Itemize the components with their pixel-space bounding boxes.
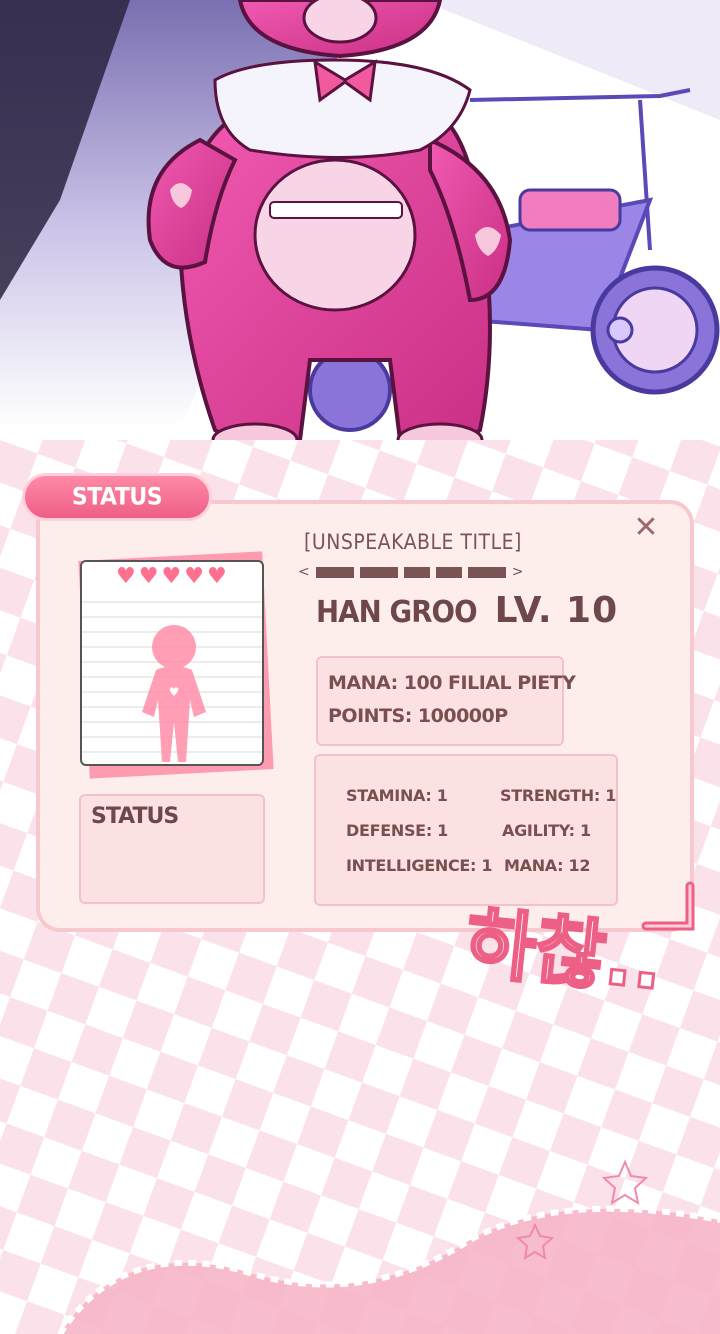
angle-left-icon: < bbox=[298, 564, 310, 580]
sound-effect-text: 하찮.. bbox=[461, 898, 658, 1007]
character-title: [UNSPEAKABLE TITLE] bbox=[304, 530, 522, 554]
sound-effect-lettering: 하찮.. bbox=[460, 896, 669, 1008]
stat-stamina: STAMINA: 1 bbox=[346, 786, 448, 805]
heart-icon: ♥ bbox=[184, 564, 204, 589]
stat-defense: DEFENSE: 1 bbox=[346, 821, 449, 840]
height-chart-silhouette: ♥ bbox=[82, 601, 262, 762]
status-tab-label: STATUS bbox=[71, 483, 163, 511]
heart-icon: ♥ bbox=[161, 564, 182, 589]
status-tab: STATUS bbox=[22, 473, 212, 521]
sound-effect: 하찮.. bbox=[458, 868, 669, 1028]
stat-strength: STRENGTH: 1 bbox=[500, 786, 617, 805]
points-line: POINTS: 100000P bbox=[328, 705, 508, 727]
redacted-text: < > bbox=[298, 561, 523, 583]
svg-text:♥: ♥ bbox=[169, 685, 180, 699]
character-photo: ♥ bbox=[80, 560, 264, 766]
character-level: LV. 10 bbox=[494, 590, 619, 631]
hearts-row: ♥ ♥ ♥ ♥ ♥ bbox=[116, 566, 227, 588]
stat-agility: AGILITY: 1 bbox=[502, 821, 591, 840]
heart-icon: ♥ bbox=[138, 564, 159, 589]
heart-icon: ♥ bbox=[206, 564, 227, 589]
heart-icon: ♥ bbox=[116, 564, 136, 589]
mana-line: MANA: 100 FILIAL PIETY bbox=[328, 672, 576, 694]
close-icon[interactable]: ✕ bbox=[630, 512, 662, 544]
status-effects-box: STATUS bbox=[79, 794, 265, 904]
character-name: HAN GROO bbox=[316, 595, 478, 630]
mana-points-box: MANA: 100 FILIAL PIETY POINTS: 100000P bbox=[316, 656, 576, 746]
teddy-bear-illustration bbox=[0, 0, 720, 470]
angle-right-icon: > bbox=[511, 564, 524, 580]
status-box-label: STATUS bbox=[91, 804, 179, 829]
name-level-row: HAN GROO LV. 10 bbox=[316, 590, 618, 631]
